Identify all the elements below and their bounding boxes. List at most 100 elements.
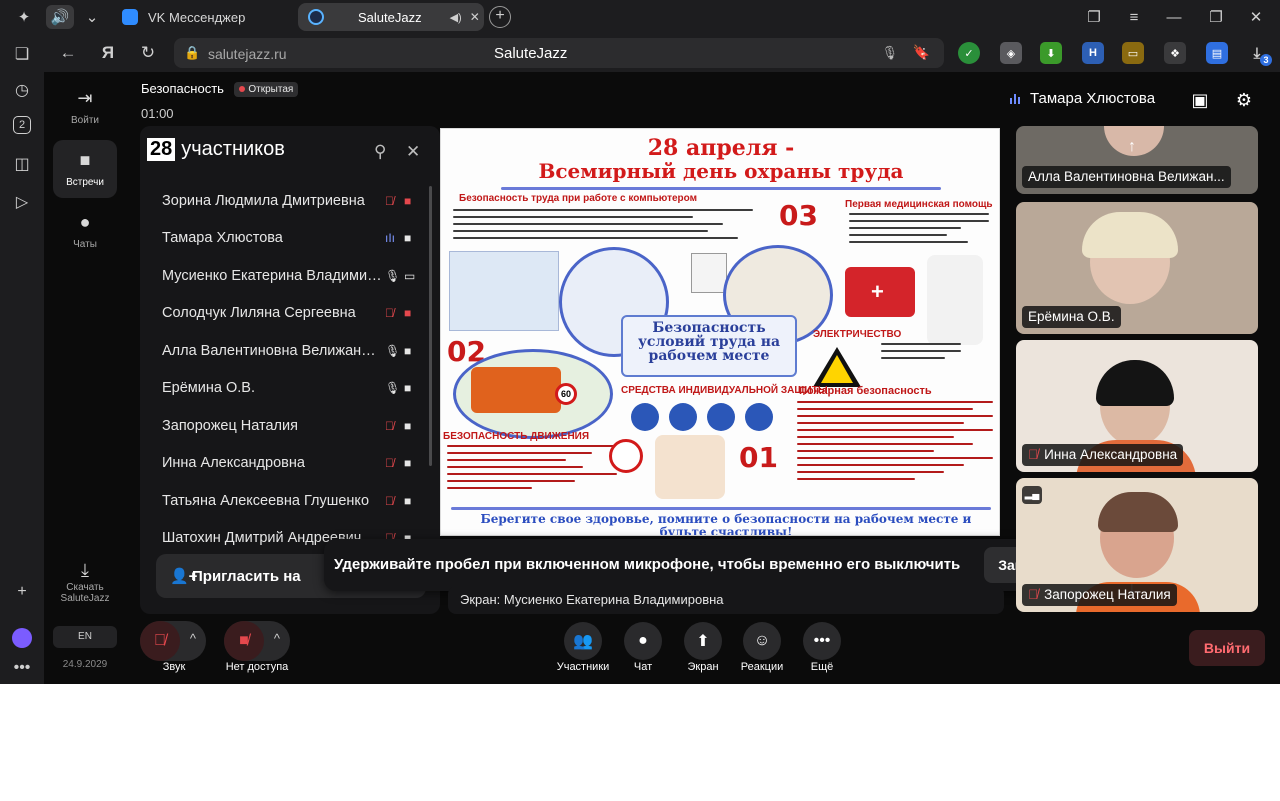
- puzzle-icon[interactable]: ❖: [1164, 42, 1186, 64]
- camera-off-icon: ■: [404, 306, 412, 321]
- list-item[interactable]: Запорожец Наталия 🎙̸ ■: [140, 407, 440, 445]
- extension-h-icon[interactable]: H: [1082, 42, 1104, 64]
- list-item[interactable]: Солодчук Лиляна Сергеевна 🎙̸ ■: [140, 295, 440, 333]
- document-icon[interactable]: ▤: [1206, 42, 1228, 64]
- alice-icon[interactable]: [10, 626, 34, 650]
- tab-list-chevron-icon[interactable]: ⌄: [80, 5, 104, 29]
- play-icon[interactable]: ▷: [10, 190, 34, 214]
- poster-text-block: [881, 343, 961, 364]
- list-item[interactable]: Ерёмина О.В. 🎙 ■: [140, 370, 440, 408]
- salutejazz-favicon-icon: [308, 9, 324, 25]
- list-item[interactable]: Алла Валентиновна Велижанина 🎙 ■: [140, 332, 440, 370]
- browser-tab-bar: ✦ 🔊 ⌄ VK Мессенджер SaluteJazz ◀) ✕ + ❐ …: [0, 0, 1280, 34]
- adguard-icon[interactable]: ◈: [1000, 42, 1022, 64]
- workspace-2-icon[interactable]: 2: [13, 116, 31, 134]
- yandex-icon[interactable]: Я: [96, 41, 120, 65]
- layout-icon[interactable]: ▣: [1188, 88, 1212, 112]
- reload-icon[interactable]: ↻: [136, 41, 160, 65]
- list-item[interactable]: Тамара Хлюстова ıIı ■: [140, 220, 440, 258]
- rail-item-meetings[interactable]: ■ Встречи: [53, 140, 117, 198]
- list-item[interactable]: Зорина Людмила Дмитриевна 🎙̸ ■: [140, 182, 440, 220]
- new-tab-button[interactable]: +: [489, 6, 511, 28]
- tab-salutejazz[interactable]: SaluteJazz ◀) ✕: [298, 3, 484, 31]
- participants-button[interactable]: 👥: [564, 622, 602, 660]
- downloads-count-badge: 3: [1260, 54, 1272, 66]
- camera-off-icon: ■: [404, 193, 412, 208]
- close-window-icon[interactable]: ✕: [1244, 5, 1268, 29]
- shield-check-icon[interactable]: ✓: [958, 42, 980, 64]
- mic-off-icon: 🎙̸: [1028, 447, 1039, 462]
- participant-name: Солодчук Лиляна Сергеевна: [162, 305, 356, 322]
- video-tile[interactable]: 🎙̸ Инна Александровна: [1016, 340, 1258, 472]
- more-dots-icon[interactable]: •••: [10, 656, 34, 680]
- chat-button[interactable]: ●: [624, 622, 662, 660]
- camera-toggle-button[interactable]: ■̸: [224, 621, 264, 661]
- poster-section-road: БЕЗОПАСНОСТЬ ДВИЖЕНИЯ: [443, 431, 590, 442]
- participant-name: Алла Валентиновна Велижанина: [162, 342, 382, 359]
- leave-button[interactable]: Выйти: [1189, 630, 1265, 666]
- tab-sound-icon[interactable]: ◀): [450, 11, 462, 24]
- add-panel-icon[interactable]: +: [10, 580, 34, 604]
- shared-screen: 28 апреля - Всемирный день охраны труда …: [440, 128, 1000, 536]
- battery-icon[interactable]: ▭: [1122, 42, 1144, 64]
- download-icon: ⤓: [81, 559, 89, 580]
- participant-name: Инна Александровна: [162, 455, 305, 472]
- rail-item-chats[interactable]: ● Чаты: [53, 202, 117, 260]
- language-button[interactable]: EN: [53, 626, 117, 648]
- gloves-icon: [631, 403, 659, 431]
- apron-icon: [669, 403, 697, 431]
- menu-icon[interactable]: ≡: [1122, 5, 1146, 29]
- chat-icon: ●: [638, 632, 648, 649]
- minimize-icon[interactable]: —: [1162, 5, 1186, 29]
- record-dot-icon: [239, 86, 246, 92]
- participants-list: Зорина Людмила Дмитриевна 🎙̸ ■ Тамара Хлюс…: [140, 182, 440, 557]
- search-icon[interactable]: ⚲: [374, 142, 386, 162]
- list-item[interactable]: Мусиенко Екатерина Владимировна🎙▭: [140, 257, 440, 295]
- speaking-bars-icon: ıIı: [385, 231, 396, 246]
- red-cross-icon: +: [871, 279, 884, 304]
- list-item[interactable]: Инна Александровна 🎙̸ ■: [140, 445, 440, 483]
- close-icon[interactable]: ✕: [406, 142, 420, 162]
- tab-vk-messenger[interactable]: VK Мессенджер: [112, 3, 292, 31]
- screen-share-caption: Экран: Мусиенко Екатерина Владимировна: [448, 586, 1004, 614]
- download-arrow-icon[interactable]: ⬇: [1040, 42, 1062, 64]
- mic-toggle-button[interactable]: 🎙̸: [140, 621, 180, 661]
- invite-label: Пригласить на: [192, 567, 301, 585]
- lock-icon[interactable]: 🔒: [184, 45, 200, 61]
- downloads-icon[interactable]: ⤓ 3: [1246, 42, 1272, 66]
- checklist-illustration: [691, 253, 727, 293]
- tab-label: SaluteJazz: [358, 9, 422, 25]
- tab-close-icon[interactable]: ✕: [470, 10, 480, 24]
- sound-tab-icon[interactable]: 🔊: [46, 5, 74, 29]
- rail-item-login[interactable]: ⇥ Войти: [53, 78, 117, 136]
- history-icon[interactable]: ◷: [10, 78, 34, 102]
- meeting-status-badge: Открытая: [234, 82, 299, 97]
- back-icon[interactable]: ←: [56, 41, 80, 65]
- video-tile[interactable]: ↑ Алла Валентиновна Велижан...: [1016, 126, 1258, 194]
- video-tile[interactable]: Ерёмина О.В.: [1016, 202, 1258, 334]
- camera-on-icon: ■: [404, 231, 412, 246]
- screenshot-icon[interactable]: ◫: [10, 152, 34, 176]
- scroll-up-icon[interactable]: ↑: [1128, 138, 1136, 156]
- participants-title: участников: [181, 138, 285, 160]
- address-bar[interactable]: 🔒 salutejazz.ru SaluteJazz 🎙 🔖: [174, 38, 944, 68]
- voice-search-icon[interactable]: 🎙: [881, 45, 898, 61]
- rail-label: Скачать SaluteJazz: [60, 581, 110, 604]
- collections-icon[interactable]: ❐: [1082, 5, 1106, 29]
- video-tile[interactable]: ▂▄ ↓ 🎙̸Запорожец Наталия: [1016, 478, 1258, 612]
- reactions-button[interactable]: ☺: [743, 622, 781, 660]
- list-item[interactable]: Татьяна Алексеевна Глушенко 🎙̸ ■: [140, 482, 440, 520]
- rail-label: Войти: [71, 115, 99, 126]
- more-vertical-icon[interactable]: ⋮: [912, 41, 936, 65]
- camera-options-chevron-icon[interactable]: ^: [274, 631, 280, 646]
- rail-item-download[interactable]: ⤓ Скачать SaluteJazz: [53, 556, 117, 612]
- participant-hair: [1082, 212, 1178, 258]
- mic-off-icon: 🎙̸: [154, 632, 166, 649]
- mic-options-chevron-icon[interactable]: ^: [190, 631, 196, 646]
- settings-gear-icon[interactable]: ⚙: [1232, 88, 1256, 112]
- more-button[interactable]: •••: [803, 622, 841, 660]
- browser-logo-icon[interactable]: ✦: [12, 5, 36, 29]
- restore-icon[interactable]: ❐: [1204, 5, 1228, 29]
- tabs-panel-icon[interactable]: ❏: [10, 42, 34, 66]
- screen-share-button[interactable]: ⬆: [684, 622, 722, 660]
